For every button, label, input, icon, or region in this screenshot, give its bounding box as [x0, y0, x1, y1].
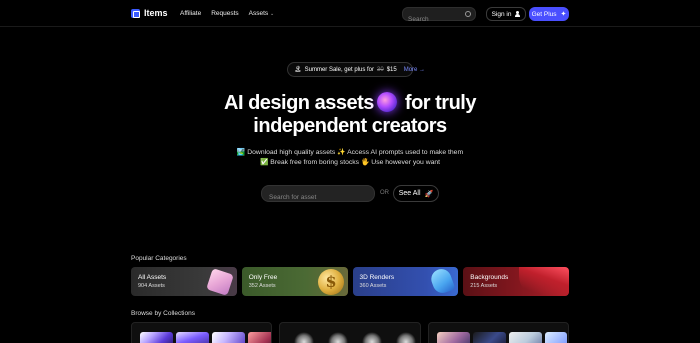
collection-thumbnail — [436, 332, 470, 343]
headline-line-2: independent creators — [253, 115, 447, 137]
logo-text: Items — [144, 8, 168, 18]
header-search-input[interactable] — [403, 13, 463, 26]
collection-thumbnail — [212, 332, 245, 343]
blob-illustration — [428, 267, 456, 296]
coin-illustration — [317, 269, 344, 295]
or-divider: OR — [380, 190, 389, 196]
popular-categories-title: Popular Categories — [131, 255, 187, 262]
promo-more-label: More — [403, 66, 418, 73]
hero-search-input[interactable] — [262, 190, 370, 205]
promo-old-price: 30 — [377, 66, 384, 73]
sparkle-icon: ✦ — [560, 11, 567, 18]
headline-part-a: AI design assets — [224, 92, 374, 114]
nav-affiliate[interactable]: Affiliate — [180, 10, 201, 17]
collection-thumbnail — [508, 332, 542, 343]
logo-icon — [131, 8, 140, 18]
collection-thumbnail — [294, 332, 315, 343]
header-search[interactable] — [402, 7, 476, 26]
collection-thumbnail — [362, 332, 383, 343]
see-all-button[interactable]: See All 🚀 — [393, 185, 439, 202]
category-only-free[interactable]: Only Free 352 Assets — [241, 267, 348, 296]
subtitle-line-2: ✅ Break free from boring stocks 🖐 Use ho… — [259, 159, 441, 166]
hero-subtitle: 🏞️ Download high quality assets ✨ Access… — [0, 148, 700, 168]
collection-thumbnail — [544, 332, 567, 343]
collection-thumbnail — [140, 332, 173, 343]
collection-list — [131, 322, 569, 343]
category-backgrounds[interactable]: Backgrounds 215 Assets — [463, 267, 569, 296]
hero-headline: AI design assets for truly independent c… — [0, 92, 700, 138]
user-icon — [515, 11, 521, 17]
collection-thumbnails — [140, 332, 272, 343]
collection-thumbnail — [396, 332, 417, 343]
sign-in-button[interactable]: Sign in — [486, 7, 526, 21]
subtitle-line-1: 🏞️ Download high quality assets ✨ Access… — [236, 149, 464, 156]
category-3d-renders[interactable]: 3D Renders 360 Assets — [352, 267, 459, 296]
collection-thumbnail — [248, 332, 272, 343]
nav-assets[interactable]: Assets ⌄ — [249, 10, 275, 17]
category-all-assets[interactable]: All Assets 904 Assets — [131, 267, 237, 296]
promo-new-price: $15 — [386, 66, 397, 73]
get-plus-label: Get Plus — [531, 10, 557, 18]
collection-card[interactable] — [131, 322, 273, 343]
promo-more-link[interactable]: More → — [404, 67, 425, 73]
main-nav: Affiliate Requests Assets ⌄ — [180, 10, 274, 17]
headline-part-b: for truly — [404, 92, 477, 114]
collection-thumbnail — [472, 332, 506, 343]
headline-line-1: AI design assets for truly — [0, 92, 700, 115]
collection-card[interactable] — [427, 322, 569, 343]
orb-icon — [376, 92, 397, 112]
search-icon — [465, 11, 471, 17]
collection-thumbnails — [436, 332, 567, 343]
logo[interactable]: Items — [131, 8, 168, 18]
collection-thumbnail — [328, 332, 349, 343]
get-plus-button[interactable]: Get Plus ✦ — [529, 7, 569, 21]
promo-text: Summer Sale, get plus for — [304, 66, 374, 73]
wave-illustration — [519, 267, 569, 296]
hero-search[interactable] — [261, 185, 375, 205]
collection-thumbnails — [294, 332, 417, 343]
sign-in-label: Sign in — [491, 10, 512, 18]
category-list: All Assets 904 Assets Only Free 352 Asse… — [131, 267, 569, 296]
see-all-label: See All — [398, 190, 421, 197]
top-header: Items Affiliate Requests Assets ⌄ Sign i… — [0, 0, 700, 27]
promo-banner[interactable]: 🏝 Summer Sale, get plus for 30 $15 More … — [287, 62, 425, 77]
rocket-icon: 🚀 — [424, 190, 434, 198]
nav-assets-label: Assets — [248, 10, 269, 17]
collection-card[interactable] — [279, 322, 421, 343]
nav-requests[interactable]: Requests — [211, 10, 238, 17]
cube-illustration — [205, 268, 234, 296]
collection-thumbnail — [176, 332, 209, 343]
island-icon: 🏝 — [294, 67, 302, 73]
chevron-down-icon: ⌄ — [270, 11, 275, 17]
collections-title: Browse by Collections — [131, 310, 195, 317]
